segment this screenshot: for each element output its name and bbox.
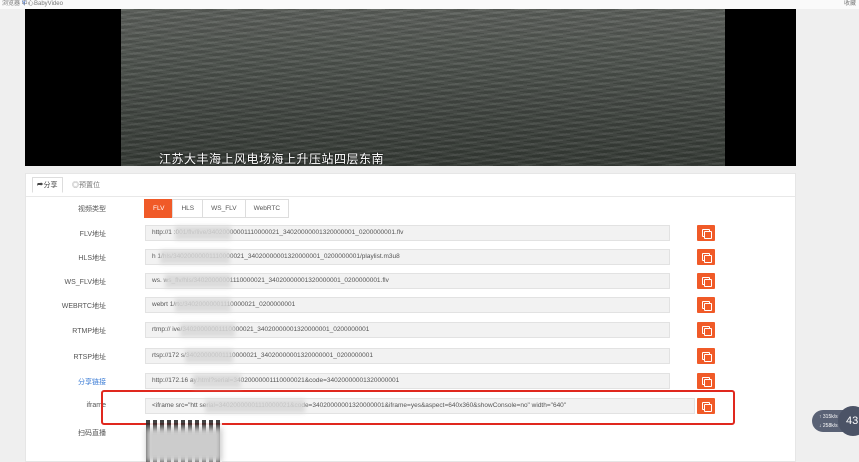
- copy-ws-flv-button[interactable]: [697, 273, 715, 289]
- copy-webrtc-button[interactable]: [697, 297, 715, 313]
- copy-icon: [704, 303, 712, 311]
- type-option-webrtc[interactable]: WebRTC: [244, 199, 290, 218]
- copy-share-link-button[interactable]: [697, 373, 715, 389]
- share-link-label[interactable]: 分享链接: [32, 377, 106, 387]
- type-option-hls[interactable]: HLS: [172, 199, 204, 218]
- redaction-blur: [175, 226, 231, 240]
- tab-preset[interactable]: ◎预置位: [72, 180, 100, 190]
- type-option-flv[interactable]: FLV: [144, 199, 174, 218]
- copy-flv-button[interactable]: [697, 225, 715, 241]
- upload-speed: ↑ 315k/s: [819, 414, 838, 420]
- video-frame: [121, 9, 725, 166]
- qr-label: 扫码直播: [78, 430, 106, 437]
- tab-bar: ⮫分享 ◎预置位: [26, 174, 795, 197]
- topbar-text-left: 浏览器 中心: [2, 1, 34, 7]
- copy-icon: [704, 231, 712, 239]
- copy-icon: [704, 328, 712, 336]
- tab-share[interactable]: ⮫分享: [32, 177, 63, 193]
- type-option-ws-flv[interactable]: WS_FLV: [202, 199, 246, 218]
- video-player[interactable]: 江苏大丰海上风电场海上升压站四层东南: [25, 9, 796, 166]
- webrtc-url-label: WEBRTC地址: [61, 303, 106, 310]
- copy-icon: [704, 379, 712, 387]
- iframe-label: iframe: [86, 402, 106, 409]
- topbar-text-right[interactable]: 收藏: [844, 0, 856, 9]
- redaction-blur: [185, 349, 233, 363]
- download-speed: ↓ 258k/s: [819, 423, 838, 429]
- flv-url-label: FLV地址: [79, 231, 106, 238]
- redaction-blur: [160, 250, 230, 264]
- redaction-blur: [180, 323, 235, 337]
- video-caption: 江苏大丰海上风电场海上升压站四层东南: [159, 152, 385, 166]
- redaction-blur: [146, 428, 222, 462]
- topbar-logo-icon: Y: [22, 1, 27, 7]
- redaction-blur: [193, 374, 241, 388]
- copy-hls-button[interactable]: [697, 249, 715, 265]
- hls-url-label: HLS地址: [78, 255, 106, 262]
- browser-topbar: 浏览器 中心 Y BabyVideo 收藏: [0, 0, 859, 9]
- video-type-selector: FLV HLS WS_FLV WebRTC: [144, 199, 290, 218]
- redaction-blur: [165, 274, 231, 288]
- copy-rtsp-button[interactable]: [697, 348, 715, 364]
- copy-icon: [704, 255, 712, 263]
- video-type-label: 视频类型: [78, 206, 106, 213]
- rtsp-url-label: RTSP地址: [73, 354, 106, 361]
- topbar-tab-title[interactable]: BabyVideo: [34, 0, 63, 9]
- ws-flv-url-label: WS_FLV地址: [64, 279, 107, 286]
- copy-icon: [704, 279, 712, 287]
- redaction-blur: [175, 298, 231, 312]
- rtmp-url-label: RTMP地址: [72, 328, 106, 335]
- copy-icon: [704, 354, 712, 362]
- redaction-blur: [205, 399, 305, 413]
- copy-rtmp-button[interactable]: [697, 322, 715, 338]
